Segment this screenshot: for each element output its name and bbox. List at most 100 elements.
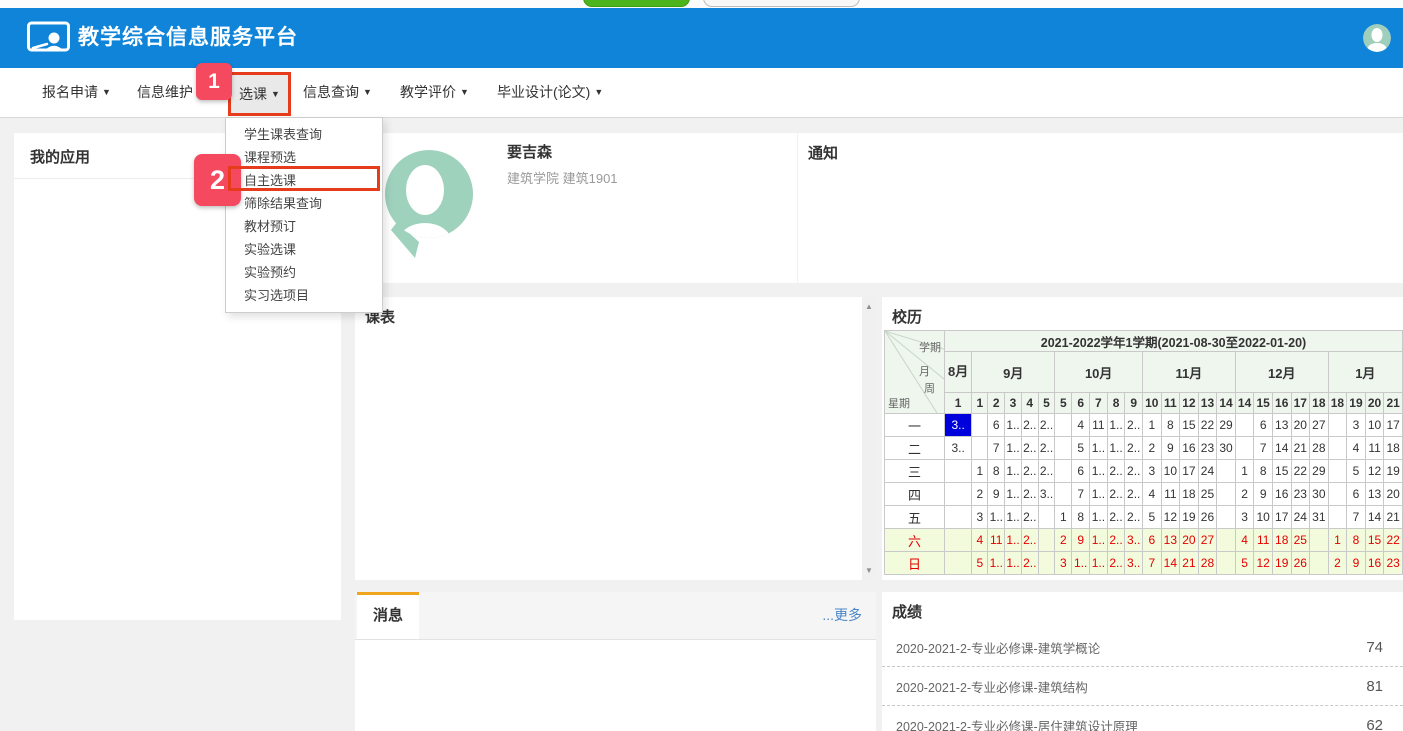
calendar-date-cell: 4	[972, 529, 988, 552]
grades-title: 成绩	[892, 601, 922, 622]
calendar-date-cell: 16	[1180, 437, 1199, 460]
calendar-date-cell: 4	[1347, 437, 1366, 460]
calendar-date-cell: 7	[1072, 483, 1090, 506]
calendar-date-cell: 26	[1291, 552, 1310, 575]
dropdown-item[interactable]: 筛除结果查询	[226, 192, 382, 215]
cutoff-white-button[interactable]	[703, 0, 860, 7]
calendar-date-cell: 3	[1347, 414, 1366, 437]
student-name: 要吉森	[507, 141, 552, 162]
calendar-date-cell: 1	[1143, 414, 1162, 437]
calendar-week-number: 15	[1254, 393, 1273, 414]
calendar-week-number: 7	[1090, 393, 1108, 414]
calendar-week-number: 16	[1272, 393, 1291, 414]
calendar-date-cell: 3..	[1125, 529, 1143, 552]
calendar-month: 9月	[972, 352, 1055, 393]
calendar-date-cell: 24	[1291, 506, 1310, 529]
calendar-date-cell: 17	[1272, 506, 1291, 529]
calendar-date-cell: 2	[1055, 529, 1072, 552]
calendar-date-cell: 8	[988, 460, 1005, 483]
calendar-week-number: 1	[972, 393, 988, 414]
grade-row: 2020-2021-2-专业必修课-居住建筑设计原理62	[882, 706, 1403, 731]
dropdown-item[interactable]: 学生课表查询	[226, 123, 382, 146]
calendar-date-cell: 23	[1198, 437, 1217, 460]
calendar-date-cell: 11	[1254, 529, 1273, 552]
grade-score: 81	[1366, 678, 1383, 695]
dropdown-item[interactable]: 实习选项目	[226, 284, 382, 307]
chevron-down-icon: ▼	[271, 89, 280, 99]
calendar-month: 11月	[1143, 352, 1236, 393]
calendar-date-cell: 2..	[1107, 460, 1125, 483]
calendar-date-cell: 2..	[1107, 552, 1125, 575]
calendar-week-number: 11	[1161, 393, 1180, 414]
calendar-date-cell: 20	[1291, 414, 1310, 437]
calendar-date-cell: 1	[1328, 529, 1347, 552]
calendar-date-cell	[972, 414, 988, 437]
nav-item[interactable]: 毕业设计(论文) ▼	[497, 68, 603, 117]
more-link[interactable]: ...更多	[822, 592, 862, 639]
nav-item[interactable]: 报名申请▼	[42, 68, 111, 117]
tab-messages[interactable]: 消息	[357, 592, 419, 639]
scroll-up-icon[interactable]: ▲	[862, 302, 876, 311]
calendar-date-cell: 11	[1365, 437, 1384, 460]
calendar-date-cell: 12	[1161, 506, 1180, 529]
school-calendar-card: 校历 学期月周星期2021-2022学年1学期(2021-08-30至2022-…	[882, 297, 1403, 580]
calendar-date-cell	[1055, 437, 1072, 460]
calendar-date-cell: 3	[1235, 506, 1254, 529]
calendar-date-cell: 1..	[1005, 552, 1022, 575]
calendar-date-cell: 27	[1310, 414, 1329, 437]
calendar-date-cell: 3..	[945, 414, 972, 437]
calendar-date-cell: 1..	[1005, 414, 1022, 437]
nav-item-course-selection[interactable]: 选课▼	[228, 72, 291, 116]
dropdown-item[interactable]: 实验预约	[226, 261, 382, 284]
timetable-card: 课表 ▲ ▼	[355, 297, 876, 580]
nav-item[interactable]: 信息查询▼	[303, 68, 372, 117]
nav-item-label: 信息维护	[137, 84, 193, 100]
nav-item-label: 毕业设计(论文)	[497, 84, 590, 100]
calendar-date-cell: 27	[1198, 529, 1217, 552]
calendar-date-cell	[1217, 506, 1236, 529]
grade-course: 2020-2021-2-专业必修课-建筑学概论	[896, 638, 1100, 657]
calendar-week-number: 4	[1021, 393, 1038, 414]
calendar-date-cell: 19	[1272, 552, 1291, 575]
calendar-date-cell: 1..	[1072, 552, 1090, 575]
calendar-date-cell: 1..	[1090, 460, 1108, 483]
student-dept: 建筑学院 建筑1901	[507, 168, 618, 187]
calendar-week-number: 18	[1310, 393, 1329, 414]
calendar-date-cell	[1328, 437, 1347, 460]
calendar-date-cell: 5	[1072, 437, 1090, 460]
dropdown-item[interactable]: 教材预订	[226, 215, 382, 238]
course-selection-dropdown: 学生课表查询课程预选自主选课筛除结果查询教材预订实验选课实验预约实习选项目	[225, 117, 383, 313]
calendar-date-cell: 22	[1384, 529, 1403, 552]
calendar-date-cell: 31	[1310, 506, 1329, 529]
notice-card: 通知	[798, 133, 1403, 283]
scroll-down-icon[interactable]: ▼	[862, 566, 876, 575]
calendar-date-cell	[1217, 460, 1236, 483]
calendar-week-number: 6	[1072, 393, 1090, 414]
calendar-date-cell: 14	[1272, 437, 1291, 460]
calendar-date-cell: 11	[1090, 414, 1108, 437]
calendar-week-number: 10	[1143, 393, 1162, 414]
page-title: 教学综合信息服务平台	[78, 8, 298, 68]
user-avatar-icon[interactable]	[1363, 24, 1391, 52]
calendar-date-cell: 8	[1347, 529, 1366, 552]
cutoff-green-button[interactable]	[583, 0, 690, 7]
calendar-month: 12月	[1235, 352, 1328, 393]
chevron-down-icon: ▼	[594, 87, 603, 97]
top-strip	[0, 0, 1403, 8]
calendar-date-cell: 1..	[1005, 460, 1022, 483]
calendar-date-cell: 25	[1291, 529, 1310, 552]
nav-item[interactable]: 教学评价▼	[400, 68, 469, 117]
calendar-date-cell	[1038, 552, 1055, 575]
calendar-date-cell: 2..	[1038, 460, 1055, 483]
grade-score: 74	[1366, 639, 1383, 656]
scrollbar[interactable]: ▲ ▼	[862, 297, 876, 580]
dropdown-item[interactable]: 实验选课	[226, 238, 382, 261]
calendar-date-cell: 6	[1254, 414, 1273, 437]
calendar-date-cell: 2..	[1107, 483, 1125, 506]
calendar-date-cell	[1217, 529, 1236, 552]
calendar-date-cell: 2..	[1107, 529, 1125, 552]
calendar-date-cell: 2..	[1125, 437, 1143, 460]
calendar-table: 学期月周星期2021-2022学年1学期(2021-08-30至2022-01-…	[884, 330, 1403, 575]
calendar-date-cell: 3	[1143, 460, 1162, 483]
calendar-day-label: 一	[885, 414, 945, 437]
